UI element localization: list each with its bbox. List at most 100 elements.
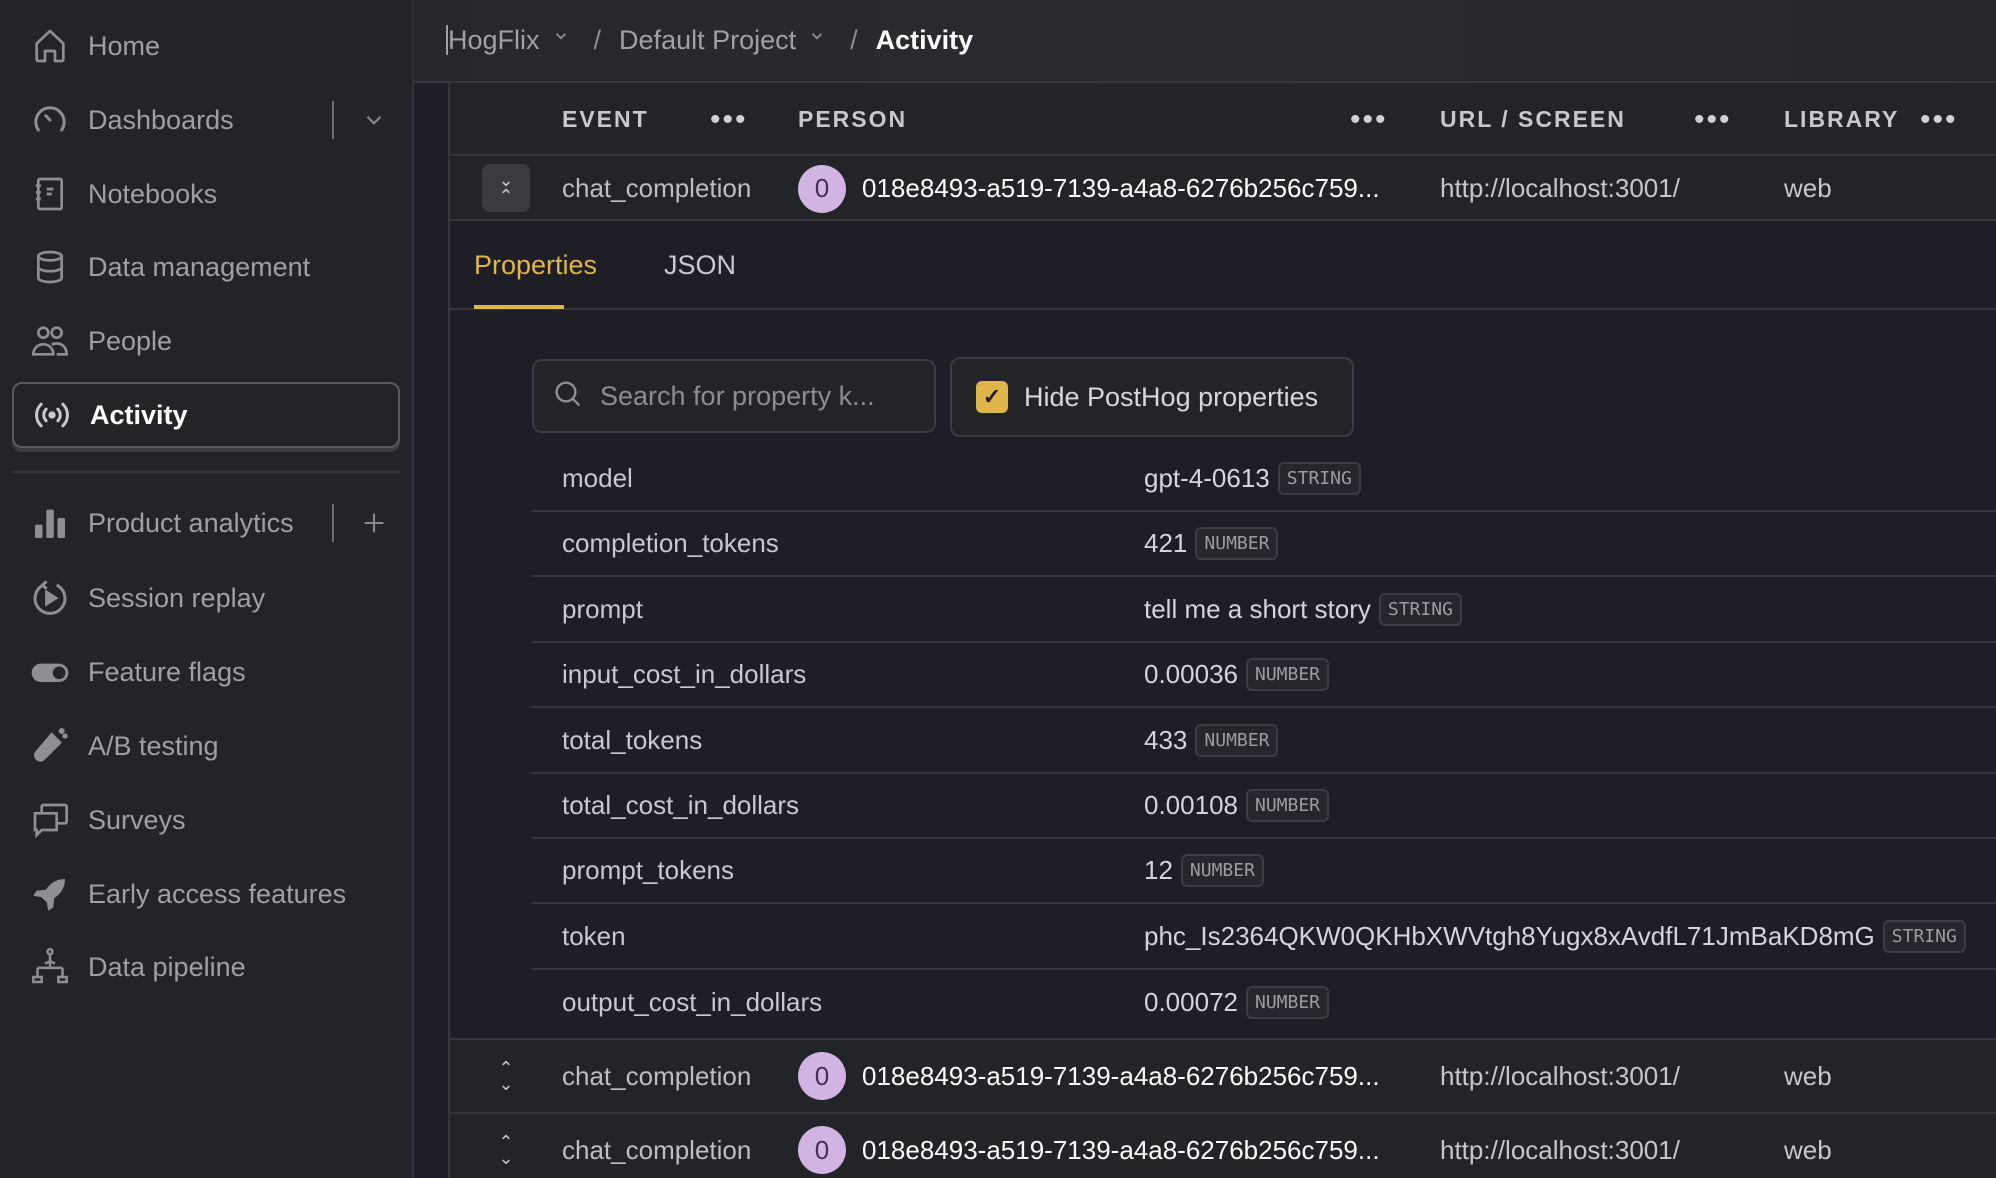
table-row[interactable]: ⌄ ⌃ chat_completion 0 018e8493-a519-7139…: [450, 156, 1996, 221]
property-value-cell: 0.00108 NUMBER: [1144, 774, 1330, 837]
breadcrumb-separator: /: [850, 24, 858, 55]
property-value[interactable]: 0.00108: [1144, 790, 1238, 821]
breadcrumb-current: Activity: [875, 24, 974, 55]
column-menu-event-icon[interactable]: •••: [710, 83, 748, 156]
property-type-badge: NUMBER: [1195, 527, 1279, 561]
event-details-panel: Properties JSON ✓ Hide PostHog propertie…: [450, 221, 1996, 1040]
expand-row-button[interactable]: ⌃ ⌄: [482, 1126, 530, 1174]
property-key: prompt: [562, 593, 643, 624]
property-value[interactable]: tell me a short story: [1144, 594, 1371, 625]
hide-posthog-properties-toggle[interactable]: ✓ Hide PostHog properties: [950, 357, 1354, 437]
library-cell: web: [1784, 173, 1832, 203]
property-type-badge: NUMBER: [1245, 658, 1330, 692]
sidebar: Home Dashboards Notebooks Data managemen…: [0, 0, 414, 1178]
property-value[interactable]: 433: [1144, 725, 1187, 756]
property-key: output_cost_in_dollars: [562, 987, 823, 1018]
property-search-input[interactable]: [532, 359, 936, 433]
checkbox-checked-icon[interactable]: ✓: [976, 381, 1008, 413]
divider: [332, 101, 334, 139]
property-row: total_cost_in_dollars 0.00108 NUMBER: [532, 774, 1996, 839]
breadcrumb-project[interactable]: Default Project: [619, 25, 826, 56]
person-cell[interactable]: 0 018e8493-a519-7139-a4a8-6276b256c759..…: [798, 1114, 1380, 1178]
table-row[interactable]: ⌃ ⌄ chat_completion 0 018e8493-a519-7139…: [450, 1114, 1996, 1178]
sidebar-item-label: Session replay: [88, 582, 266, 613]
breadcrumb-org[interactable]: HogFlix: [448, 25, 570, 56]
property-value[interactable]: 0.00036: [1144, 659, 1238, 690]
property-type-badge: NUMBER: [1195, 723, 1279, 757]
sidebar-item-dashboards[interactable]: Dashboards: [12, 87, 400, 153]
sidebar-item-data-pipeline[interactable]: Data pipeline: [12, 934, 400, 1000]
table-row[interactable]: ⌃ ⌄ chat_completion 0 018e8493-a519-7139…: [450, 1040, 1996, 1112]
column-header-person[interactable]: PERSON: [798, 83, 907, 156]
search-field[interactable]: [600, 380, 920, 412]
property-value[interactable]: gpt-4-0613: [1144, 463, 1270, 494]
url-cell: http://localhost:3001/: [1440, 173, 1680, 203]
property-value-cell: 0.00036 NUMBER: [1144, 643, 1330, 706]
property-key: prompt_tokens: [562, 855, 734, 886]
sidebar-item-activity[interactable]: Activity: [12, 382, 400, 448]
sidebar-item-data-management[interactable]: Data management: [12, 234, 400, 300]
sidebar-item-feature-flags[interactable]: Feature flags: [12, 639, 400, 705]
column-menu-person-icon[interactable]: •••: [1350, 83, 1388, 156]
event-name: chat_completion: [562, 173, 752, 203]
property-value[interactable]: 0.00072: [1144, 987, 1238, 1018]
property-key: total_cost_in_dollars: [562, 790, 800, 820]
person-id: 018e8493-a519-7139-a4a8-6276b256c759...: [862, 1134, 1380, 1165]
column-header-library[interactable]: LIBRARY: [1784, 83, 1899, 156]
breadcrumb-org-label: HogFlix: [448, 24, 540, 55]
property-key: input_cost_in_dollars: [562, 659, 807, 690]
chevron-up-icon: ⌃: [498, 186, 514, 206]
avatar: 0: [798, 1052, 846, 1100]
search-icon: [552, 378, 600, 415]
sidebar-item-label: Activity: [90, 399, 188, 430]
chevron-down-icon: [552, 27, 570, 50]
broadcast-icon: [30, 393, 74, 437]
sidebar-item-product-analytics[interactable]: Product analytics: [12, 490, 400, 556]
expand-row-button[interactable]: ⌃ ⌄: [482, 1052, 530, 1100]
column-menu-library-icon[interactable]: •••: [1920, 83, 1958, 156]
avatar: 0: [798, 1126, 846, 1174]
property-value[interactable]: 421: [1144, 528, 1187, 559]
url-cell: http://localhost:3001/: [1440, 1134, 1680, 1165]
sidebar-item-session-replay[interactable]: Session replay: [12, 565, 400, 631]
sidebar-item-home[interactable]: Home: [12, 13, 400, 79]
sidebar-item-surveys[interactable]: Surveys: [12, 787, 400, 853]
sidebar-item-label: People: [88, 325, 173, 356]
property-value-cell: gpt-4-0613 STRING: [1144, 447, 1361, 510]
sidebar-divider: [12, 471, 400, 473]
plus-icon[interactable]: [352, 501, 396, 545]
property-key: total_tokens: [562, 724, 703, 755]
property-row: input_cost_in_dollars 0.00036 NUMBER: [532, 643, 1996, 709]
person-cell[interactable]: 0 018e8493-a519-7139-a4a8-6276b256c759..…: [798, 1040, 1380, 1112]
property-value[interactable]: phc_Is2364QKW0QKHbXWVtgh8Yugx8xAvdfL71Jm…: [1144, 921, 1875, 952]
sidebar-item-notebooks[interactable]: Notebooks: [12, 161, 400, 227]
toggle-icon: [28, 650, 72, 694]
property-row: output_cost_in_dollars 0.00072 NUMBER: [532, 970, 1996, 1035]
chat-bubbles-icon: [28, 798, 72, 842]
property-row: model gpt-4-0613 STRING: [532, 447, 1996, 512]
person-cell[interactable]: 0 018e8493-a519-7139-a4a8-6276b256c759..…: [798, 156, 1380, 221]
sidebar-item-early-access[interactable]: Early access features: [12, 861, 400, 927]
property-type-badge: NUMBER: [1245, 986, 1330, 1020]
sidebar-item-people[interactable]: People: [12, 308, 400, 374]
sidebar-item-ab-testing[interactable]: A/B testing: [12, 713, 400, 779]
event-name: chat_completion: [562, 1060, 752, 1091]
property-value-cell: phc_Is2364QKW0QKHbXWVtgh8Yugx8xAvdfL71Jm…: [1144, 905, 1966, 968]
column-header-url[interactable]: URL / SCREEN: [1440, 83, 1626, 156]
chevron-down-icon[interactable]: [352, 98, 396, 142]
column-menu-url-icon[interactable]: •••: [1694, 83, 1732, 156]
collapse-row-button[interactable]: ⌄ ⌃: [482, 164, 530, 212]
column-header-event[interactable]: EVENT: [562, 83, 649, 156]
breadcrumb-separator: /: [593, 24, 602, 55]
top-bar: HogFlix / Default Project / Activity: [414, 0, 1996, 83]
table-header: EVENT ••• PERSON ••• URL / SCREEN ••• LI…: [450, 83, 1996, 156]
tab-json[interactable]: JSON: [664, 221, 736, 310]
property-value-cell: 0.00072 NUMBER: [1144, 970, 1330, 1035]
property-value[interactable]: 12: [1144, 855, 1173, 886]
tab-properties[interactable]: Properties: [474, 221, 597, 310]
property-type-badge: STRING: [1882, 919, 1966, 953]
property-value-cell: 12 NUMBER: [1144, 839, 1264, 902]
sidebar-item-label: Product analytics: [88, 507, 294, 538]
sidebar-item-label: Surveys: [88, 804, 186, 835]
person-id: 018e8493-a519-7139-a4a8-6276b256c759...: [862, 1060, 1380, 1091]
